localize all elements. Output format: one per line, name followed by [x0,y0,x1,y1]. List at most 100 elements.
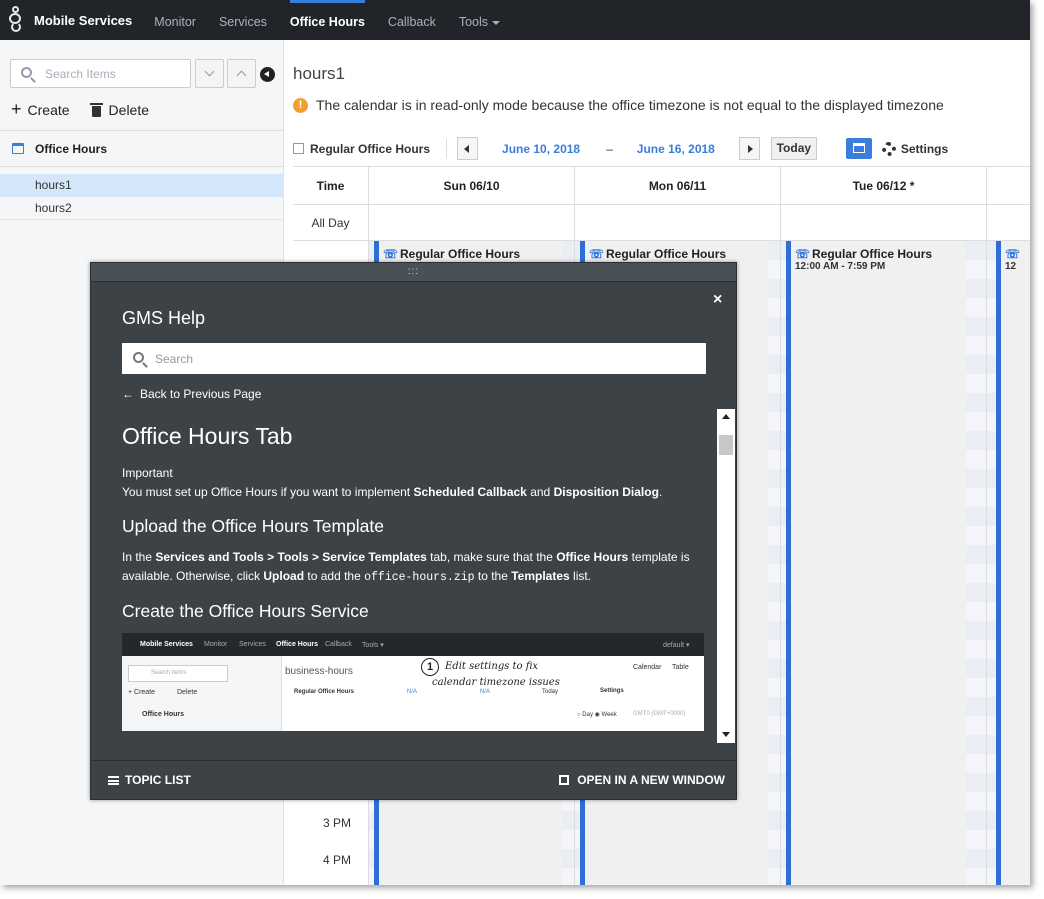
all-day-cell[interactable] [987,205,1030,241]
day-column-tue: ☏ Regular Office Hours 12:00 AM - 7:59 PM [781,241,987,885]
upload-heading: Upload the Office Hours Template [122,516,384,536]
help-title: GMS Help [122,308,206,328]
calendar-view-button[interactable] [845,138,872,159]
mini-sidebar: Search Items + Create Delete Office Hour… [122,656,282,731]
day-column-wed: ☏ 12 [987,241,1030,885]
start-date[interactable]: June 10, 2018 [502,142,580,156]
caret-down-icon [492,20,501,25]
next-week-button[interactable] [738,137,760,160]
divider [446,138,448,159]
phone-icon: ☏ [795,247,811,261]
nav-callback[interactable]: Callback [388,0,436,40]
list-item-hours1[interactable]: hours1 [0,174,284,197]
read-only-warning: ! The calendar is in read-only mode beca… [293,97,944,113]
nav-services[interactable]: Services [219,0,267,40]
event-title: Regular Office Hours [812,247,933,261]
search-placeholder: Search Items [45,67,116,81]
phone-icon: ☏ [383,247,399,261]
day-header-wed [987,167,1030,205]
help-dialog: ::: × GMS Help Search ← Back to Previous … [90,262,737,800]
all-day-cell[interactable] [575,205,781,241]
phone-icon: ☏ [1005,247,1021,261]
help-scrollbar[interactable] [717,409,735,743]
expand-down-button[interactable] [195,59,224,88]
trash-icon [89,102,103,117]
list-item-hours2[interactable]: hours2 [0,197,284,220]
date-separator: – [606,141,613,156]
hamburger-icon [108,776,119,785]
warning-text: The calendar is in read-only mode becaus… [316,97,944,113]
event-regular-office-hours[interactable]: ☏ Regular Office Hours 12:00 AM - 7:59 PM [786,241,966,885]
all-day-cell[interactable] [781,205,987,241]
nav-office-hours[interactable]: Office Hours [289,0,365,40]
nav-monitor[interactable]: Monitor [154,0,196,40]
event-regular-office-hours[interactable]: ☏ 12 [996,241,1030,885]
time-label-4pm: 4 PM [323,853,352,867]
external-link-icon [559,775,570,785]
nav-tools-label: Tools [458,15,489,29]
upload-text: In the Services and Tools > Tools > Serv… [122,550,690,584]
important-text: You must set up Office Hours if you want… [122,485,663,499]
help-content: Office Hours Tab Important You must set … [122,423,708,743]
back-to-previous-link[interactable]: ← Back to Previous Page [122,387,261,401]
collapse-sidebar-icon[interactable] [260,67,275,82]
important-label: Important [122,466,173,480]
search-input[interactable]: Search Items [10,59,191,88]
event-time-partial: 12 [1005,261,1017,272]
day-header-tue: Tue 06/12 * [781,167,987,205]
scroll-down-icon[interactable] [722,732,730,737]
end-date[interactable]: June 16, 2018 [637,142,715,156]
scroll-thumb[interactable] [719,435,733,455]
chevron-down-icon [204,66,215,77]
section-label: Office Hours [35,141,108,156]
app-window: Mobile Services Monitor Services Office … [0,0,1030,885]
sidebar-section-office-hours[interactable]: Office Hours [0,130,284,167]
all-day-label: All Day [293,205,369,241]
calendar-toolbar: Regular Office Hours June 10, 2018 – Jun… [293,136,948,161]
help-search-placeholder: Search [155,352,194,366]
collapse-up-button[interactable] [227,59,256,88]
sidebar-actions: + Create Delete [11,99,149,119]
top-nav: Mobile Services Monitor Services Office … [0,0,1030,40]
prev-week-button[interactable] [457,137,479,160]
search-icon [133,352,144,363]
arrow-left-icon: ← [122,387,134,401]
help-footer: TOPIC LIST OPEN IN A NEW WINDOW [91,760,736,799]
help-search-input[interactable]: Search [122,343,706,374]
topic-list-button[interactable]: TOPIC LIST [108,773,191,787]
genesys-logo-icon [8,0,30,40]
annotation-number: 1 [421,658,439,676]
chevron-up-icon [236,70,247,81]
event-title: Regular Office Hours [606,247,727,261]
close-icon[interactable]: × [713,291,722,309]
help-screenshot: Mobile Services Monitor Services Office … [122,633,704,731]
create-button[interactable]: + Create [11,99,70,119]
warning-icon: ! [293,97,308,113]
event-title: Regular Office Hours [400,247,521,261]
checkbox-label: Regular Office Hours [310,141,431,156]
drag-handle[interactable]: ::: [91,263,736,282]
plus-icon: + [11,99,22,119]
scroll-up-icon[interactable] [722,414,730,419]
time-column-header: Time [293,167,369,205]
search-icon [21,67,32,78]
time-label-3pm: 3 PM [323,816,352,830]
day-header-sun: Sun 06/10 [369,167,575,205]
gear-icon [881,141,896,156]
open-new-window-button[interactable]: OPEN IN A NEW WINDOW [559,773,725,787]
day-header-mon: Mon 06/11 [575,167,781,205]
help-heading: Office Hours Tab [122,423,293,449]
today-button[interactable]: Today [770,137,817,160]
regular-office-hours-checkbox[interactable] [293,143,304,154]
open-window-label: OPEN IN A NEW WINDOW [577,773,725,787]
nav-tools[interactable]: Tools [458,0,501,40]
brand-name: Mobile Services [34,12,133,28]
all-day-cell[interactable] [369,205,575,241]
settings-button[interactable]: Settings [901,142,948,156]
delete-button[interactable]: Delete [109,102,149,118]
create-label: Create [27,102,70,118]
calendar-icon [12,143,24,154]
mini-nav: Mobile Services Monitor Services Office … [122,633,704,656]
event-time: 12:00 AM - 7:59 PM [795,261,886,272]
phone-icon: ☏ [589,247,605,261]
